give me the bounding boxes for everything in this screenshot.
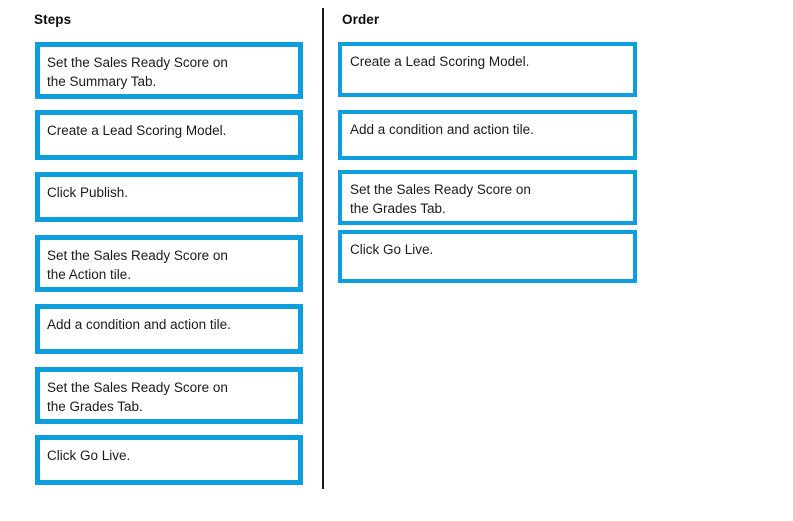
step-tile[interactable]: Click Go Live. [35,435,303,485]
step-tile[interactable]: Create a Lead Scoring Model. [35,110,303,160]
step-tile[interactable]: Set the Sales Ready Score on the Summary… [35,42,303,99]
step-tile[interactable]: Set the Sales Ready Score on the Action … [35,235,303,292]
step-tile-label: Set the Sales Ready Score on the Summary… [47,55,228,89]
step-tile-label: Click Go Live. [47,448,131,463]
step-tile[interactable]: Set the Sales Ready Score on the Grades … [35,367,303,424]
step-tile-label: Add a condition and action tile. [47,317,231,332]
order-tile[interactable]: Create a Lead Scoring Model. [338,42,637,97]
order-tile[interactable]: Add a condition and action tile. [338,110,637,160]
order-tile-label: Click Go Live. [350,242,434,257]
step-tile-label: Click Publish. [47,185,129,200]
step-tile-label: Set the Sales Ready Score on the Grades … [47,380,228,414]
order-tile-label: Create a Lead Scoring Model. [350,54,530,69]
order-tile-label: Add a condition and action tile. [350,122,534,137]
column-divider [322,8,324,489]
order-tile[interactable]: Click Go Live. [338,230,637,283]
step-tile-label: Create a Lead Scoring Model. [47,123,227,138]
order-tile[interactable]: Set the Sales Ready Score on the Grades … [338,170,637,225]
order-column-header: Order [342,12,380,27]
steps-column-header: Steps [34,12,72,27]
order-tile-label: Set the Sales Ready Score on the Grades … [350,182,531,216]
step-tile[interactable]: Click Publish. [35,172,303,222]
question-canvas: Steps Set the Sales Ready Score on the S… [0,0,793,521]
step-tile-label: Set the Sales Ready Score on the Action … [47,248,228,282]
step-tile[interactable]: Add a condition and action tile. [35,304,303,354]
